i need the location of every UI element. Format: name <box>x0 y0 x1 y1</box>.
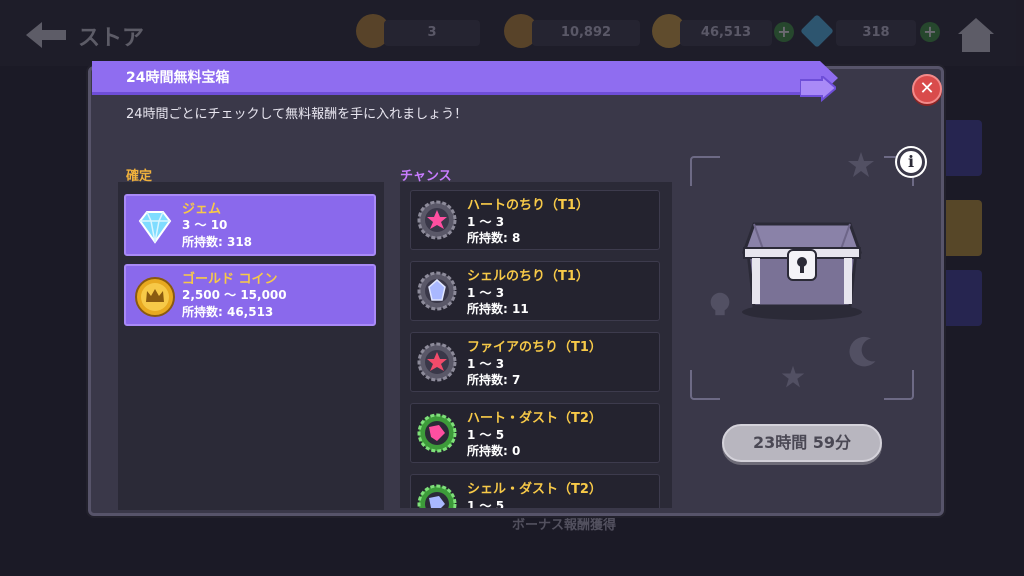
side-tab[interactable] <box>942 200 982 256</box>
moon-decoration-icon <box>849 336 876 367</box>
reward-range: 3 ～ 10 <box>182 218 228 232</box>
reward-item-heart-dust-t2[interactable]: ハート・ダスト（T2） 1 ～ 5 所持数: 0 <box>410 403 660 463</box>
reward-item-shell-dust[interactable]: シェルのちり（T1） 1 ～ 3 所持数: 11 <box>410 261 660 321</box>
reward-owned: 所持数: 318 <box>182 235 253 249</box>
reward-range: 1 ～ 3 <box>467 215 505 229</box>
star-decoration-icon <box>848 152 874 177</box>
crown-token-count: 10,892 <box>532 20 640 46</box>
info-button[interactable]: i <box>897 148 925 176</box>
reward-owned: 所持数: 8 <box>467 231 521 245</box>
reward-item-fire-dust[interactable]: ファイアのちり（T1） 1 ～ 3 所持数: 7 <box>410 332 660 392</box>
chance-list[interactable]: ハートのちり（T1） 1 ～ 3 所持数: 8 シェルのちり（T1） 1 ～ 3… <box>400 182 672 508</box>
reward-owned: 所持数: 11 <box>467 302 529 316</box>
gold-coin-icon <box>135 277 175 317</box>
close-button[interactable]: ✕ <box>912 74 942 104</box>
star-decoration-icon <box>781 365 805 388</box>
gem-icon <box>138 211 172 244</box>
heart-dust-t2-icon <box>417 413 457 453</box>
close-icon: ✕ <box>919 78 935 99</box>
reward-range: 1 ～ 3 <box>467 286 505 300</box>
reward-owned: 所持数: 0 <box>467 444 521 458</box>
reward-name: ハート・ダスト（T2） <box>467 411 602 426</box>
reward-name: シェルのちり（T1） <box>467 269 589 284</box>
add-gold-button[interactable]: + <box>774 22 794 42</box>
energy-count: 3 <box>384 20 480 46</box>
store-title: ストア <box>78 26 145 51</box>
header-arrow-decoration <box>800 76 836 103</box>
reward-range: 1 ～ 5 <box>467 499 505 508</box>
shell-dust-t2-icon <box>417 484 457 508</box>
reward-item-gold[interactable]: ゴールド コイン 2,500 ～ 15,000 所持数: 46,513 <box>124 264 376 326</box>
reward-item-heart-dust[interactable]: ハートのちり（T1） 1 ～ 3 所持数: 8 <box>410 190 660 250</box>
info-icon: i <box>907 152 915 171</box>
reward-item-shell-dust-t2[interactable]: シェル・ダスト（T2） 1 ～ 5 <box>410 474 660 508</box>
treasure-chest-icon[interactable] <box>730 212 874 322</box>
reward-range: 1 ～ 5 <box>467 428 505 442</box>
back-arrow-icon[interactable] <box>26 22 66 48</box>
reward-name: ハートのちり（T1） <box>467 198 589 213</box>
home-icon[interactable] <box>954 12 998 56</box>
side-tab[interactable] <box>942 270 982 326</box>
shell-dust-icon <box>417 271 457 311</box>
side-tab[interactable] <box>942 120 982 176</box>
fire-dust-icon <box>417 342 457 382</box>
heart-dust-icon <box>417 200 457 240</box>
add-gem-button[interactable]: + <box>920 22 940 42</box>
reward-item-gem[interactable]: ジェム 3 ～ 10 所持数: 318 <box>124 194 376 256</box>
gem-count: 318 <box>836 20 916 46</box>
reward-name: シェル・ダスト（T2） <box>467 482 602 497</box>
reward-range: 2,500 ～ 15,000 <box>182 288 287 302</box>
bonus-label: ボーナス報酬獲得 <box>512 518 617 533</box>
timer-button[interactable]: 23時間 59分 <box>722 424 882 462</box>
reward-range: 1 ～ 3 <box>467 357 505 371</box>
reward-name: ファイアのちり（T1） <box>467 340 602 355</box>
reward-owned: 所持数: 46,513 <box>182 305 274 319</box>
reward-name: ジェム <box>182 202 222 217</box>
reward-name: ゴールド コイン <box>182 272 278 287</box>
reward-owned: 所持数: 7 <box>467 373 521 387</box>
dialog-title: 24時間無料宝箱 <box>126 70 230 86</box>
dialog-subtitle: 24時間ごとにチェックして無料報酬を手に入れましょう！ <box>126 107 468 122</box>
gold-coin-count: 46,513 <box>680 20 772 46</box>
